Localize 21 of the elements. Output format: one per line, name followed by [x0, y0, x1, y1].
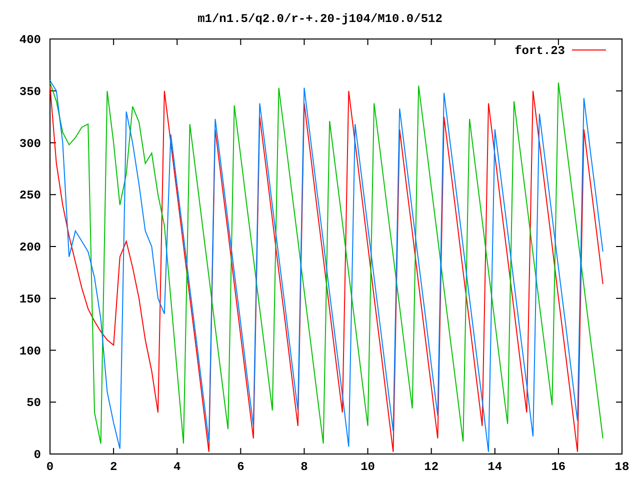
tick-label: 200 [19, 240, 41, 254]
tick-label: 300 [19, 136, 41, 151]
tick-label: 400 [19, 33, 41, 47]
tick-label: 8 [300, 460, 308, 474]
tick-label: 100 [19, 344, 41, 358]
tick-label: 50 [26, 396, 41, 410]
tick-label: 18 [614, 460, 630, 474]
legend-label: fort.23 [514, 44, 565, 58]
tick-label: 4 [174, 460, 181, 474]
tick-label: 0 [46, 460, 54, 474]
tick-label: 250 [19, 188, 41, 203]
tick-label: 12 [424, 460, 439, 474]
tick-label: 350 [19, 84, 41, 99]
tick-label: 16 [551, 460, 566, 474]
tick-label: 0 [34, 448, 41, 462]
tick-label: 10 [360, 460, 375, 474]
tick-label: 2 [110, 460, 118, 474]
chart-title: m1/n1.5/q2.0/r-+.20-j104/M10.0/512 [198, 12, 442, 26]
tick-label: 14 [488, 460, 502, 474]
tick-label: 150 [19, 292, 41, 306]
tick-label: 6 [237, 460, 244, 474]
